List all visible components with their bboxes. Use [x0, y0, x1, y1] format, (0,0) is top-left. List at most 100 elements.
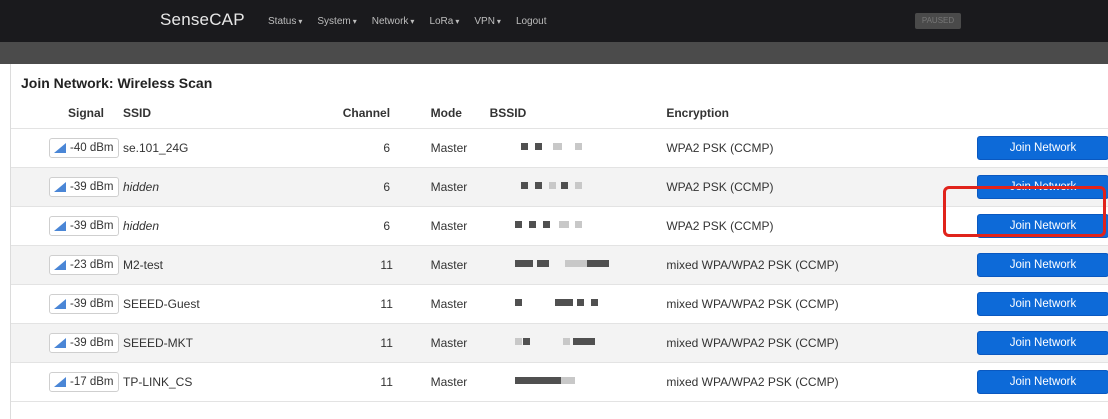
signal-strength-icon	[54, 376, 66, 387]
encryption-cell: mixed WPA/WPA2 PSK (CCMP)	[666, 245, 932, 285]
ssid-cell: hidden	[122, 206, 343, 246]
status-badge: PAUSED	[915, 13, 961, 29]
join-network-button[interactable]: Join Network	[977, 252, 1108, 277]
join-network-button[interactable]: Join Network	[977, 369, 1108, 394]
encryption-cell: WPA2 PSK (CCMP)	[666, 206, 932, 246]
signal-value: -39 dBm	[70, 180, 114, 193]
col-signal: Signal	[11, 98, 123, 129]
signal-badge: -23 dBm	[49, 254, 119, 275]
join-network-button[interactable]: Join Network	[977, 174, 1108, 199]
bssid-cell	[489, 284, 667, 324]
channel-cell: 6	[342, 128, 431, 168]
bssid-cell	[489, 206, 667, 246]
channel-cell: 6	[342, 167, 431, 207]
table-row: -39 dBm hidden 6 Master WPA2 PSK (CCMP) …	[11, 206, 1108, 246]
redacted-block	[514, 220, 522, 228]
menu-vpn[interactable]: VPN ▾	[474, 16, 501, 27]
signal-strength-icon	[54, 181, 66, 192]
redacted-block	[514, 298, 522, 306]
table-row: -40 dBm se.101_24G 6 Master WPA2 PSK (CC…	[11, 128, 1108, 168]
menu-lora[interactable]: LoRa ▾	[429, 16, 459, 27]
join-network-button[interactable]: Join Network	[977, 330, 1108, 355]
action-cell: Join Network	[932, 323, 1108, 363]
col-action	[932, 98, 1108, 129]
menu-status[interactable]: Status ▾	[268, 16, 302, 27]
bssid-redacted	[490, 337, 667, 348]
redacted-block	[586, 259, 609, 267]
redacted-block	[590, 298, 598, 306]
signal-badge: -39 dBm	[49, 293, 119, 314]
redacted-block	[560, 181, 568, 189]
redacted-block	[514, 376, 541, 384]
redacted-block	[548, 181, 556, 189]
wireless-scan-panel: Join Network: Wireless Scan Signal SSID …	[10, 64, 1108, 419]
redacted-block	[520, 181, 528, 189]
mode-cell: Master	[430, 167, 490, 207]
menu-logout[interactable]: Logout	[516, 16, 547, 27]
ssid-cell: TP-LINK_CS	[122, 362, 343, 402]
signal-badge: -39 dBm	[49, 176, 119, 197]
signal-cell: -23 dBm	[11, 245, 123, 285]
join-network-button[interactable]: Join Network	[977, 213, 1108, 238]
signal-badge: -17 dBm	[49, 371, 119, 392]
redacted-block	[536, 259, 549, 267]
ssid-cell: hidden	[122, 167, 343, 207]
mode-cell: Master	[430, 245, 490, 285]
signal-badge: -39 dBm	[49, 332, 119, 353]
brand-logo[interactable]: SenseCAP	[160, 10, 245, 30]
col-encryption: Encryption	[666, 98, 932, 129]
encryption-cell: mixed WPA/WPA2 PSK (CCMP)	[666, 284, 932, 324]
table-row: -39 dBm SEEED-Guest 11 Master mixed WPA/…	[11, 284, 1108, 324]
signal-badge: -40 dBm	[49, 137, 119, 158]
channel-cell: 11	[342, 323, 431, 363]
redacted-block	[514, 337, 522, 345]
bssid-cell	[489, 323, 667, 363]
redacted-block	[540, 376, 561, 384]
redacted-block	[534, 142, 542, 150]
join-network-button[interactable]: Join Network	[977, 135, 1108, 160]
redacted-block	[552, 142, 562, 150]
bssid-redacted	[490, 259, 667, 270]
channel-cell: 11	[342, 362, 431, 402]
signal-badge: -39 dBm	[49, 215, 119, 236]
ssid-cell: SEEED-Guest	[122, 284, 343, 324]
ssid-cell: se.101_24G	[122, 128, 343, 168]
redacted-block	[562, 337, 570, 345]
action-cell: Join Network	[932, 167, 1108, 207]
bssid-redacted	[490, 181, 667, 192]
encryption-cell: mixed WPA/WPA2 PSK (CCMP)	[666, 323, 932, 363]
bssid-redacted	[490, 142, 667, 153]
table-row: -39 dBm hidden 6 Master WPA2 PSK (CCMP) …	[11, 167, 1108, 207]
mode-cell: Master	[430, 362, 490, 402]
redacted-block	[522, 337, 530, 345]
col-bssid: BSSID	[489, 98, 667, 129]
table-row: -39 dBm SEEED-MKT 11 Master mixed WPA/WP…	[11, 323, 1108, 363]
top-navbar: SenseCAP Status ▾ System ▾ Network ▾ LoRa ▾ …	[0, 0, 1108, 42]
ssid-cell: M2-test	[122, 245, 343, 285]
redacted-block	[554, 298, 573, 306]
table-row: -23 dBm M2-test 11 Master mixed WPA/WPA2…	[11, 245, 1108, 285]
join-network-button[interactable]: Join Network	[977, 291, 1108, 316]
bssid-redacted	[490, 220, 667, 231]
signal-cell: -39 dBm	[11, 206, 123, 246]
menu-system[interactable]: System ▾	[317, 16, 356, 27]
redacted-block	[572, 337, 595, 345]
header-strip	[0, 42, 1108, 64]
signal-value: -39 dBm	[70, 336, 114, 349]
mode-cell: Master	[430, 128, 490, 168]
redacted-block	[576, 298, 584, 306]
bssid-cell	[489, 362, 667, 402]
chevron-down-icon: ▾	[410, 17, 415, 26]
action-cell: Join Network	[932, 362, 1108, 402]
signal-cell: -39 dBm	[11, 323, 123, 363]
menu-network[interactable]: Network ▾	[372, 16, 415, 27]
bssid-redacted	[490, 376, 667, 387]
redacted-block	[514, 259, 533, 267]
signal-value: -23 dBm	[70, 258, 114, 271]
table-row: -17 dBm TP-LINK_CS 11 Master mixed WPA/W…	[11, 362, 1108, 402]
mode-cell: Master	[430, 206, 490, 246]
signal-strength-icon	[54, 142, 66, 153]
redacted-block	[534, 181, 542, 189]
action-cell: Join Network	[932, 206, 1108, 246]
signal-value: -17 dBm	[70, 375, 114, 388]
